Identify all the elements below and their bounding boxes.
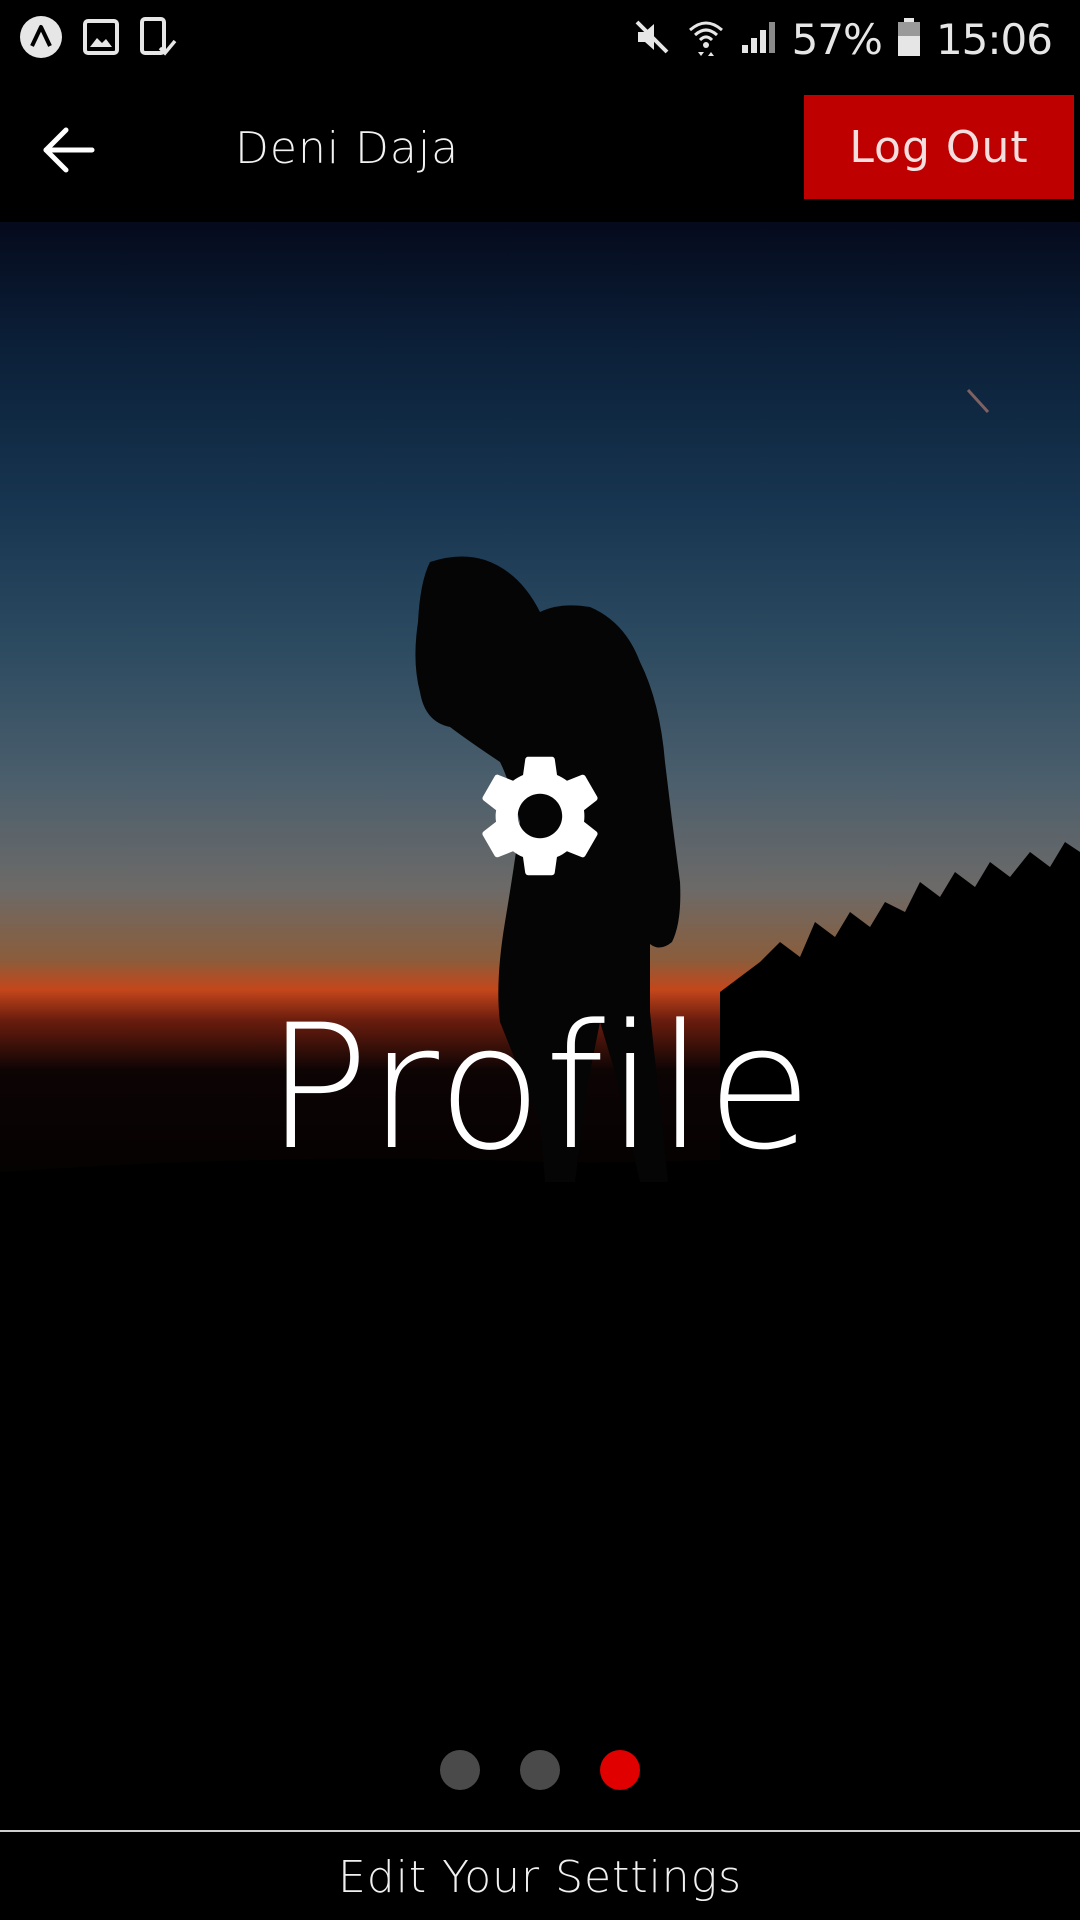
mute-icon (632, 17, 672, 61)
page-dot-2[interactable] (520, 1750, 560, 1790)
gear-icon (466, 742, 614, 890)
clock: 15:06 (935, 14, 1053, 64)
status-notifications (18, 14, 196, 64)
page-indicator (0, 1750, 1080, 1790)
page-dot-1[interactable] (440, 1750, 480, 1790)
battery-icon (896, 16, 922, 62)
device-check-icon (138, 16, 178, 62)
page-dot-3[interactable] (600, 1750, 640, 1790)
footer-divider (0, 1830, 1080, 1832)
edit-settings-link[interactable]: Edit Your Settings (0, 1852, 1080, 1903)
user-name: Deni Daja (235, 123, 460, 174)
app-notification-icon (18, 14, 64, 64)
app-header: Deni Daja Log Out (0, 78, 1080, 222)
arrow-left-icon (42, 126, 96, 178)
signal-icon (740, 19, 778, 59)
gallery-icon (82, 17, 120, 61)
back-button[interactable] (30, 116, 108, 188)
status-bar: 57% 15:06 (0, 0, 1080, 78)
hero-title: Profile (265, 987, 815, 1188)
app-screen: 57% 15:06 Deni Daja Log Out Profile Edit… (0, 0, 1080, 1920)
hero-banner: Profile (0, 222, 1080, 1232)
status-indicators: 57% 15:06 (618, 14, 1053, 64)
wifi-icon (686, 16, 726, 62)
logout-button[interactable]: Log Out (804, 95, 1074, 199)
battery-percent: 57% (791, 14, 883, 64)
